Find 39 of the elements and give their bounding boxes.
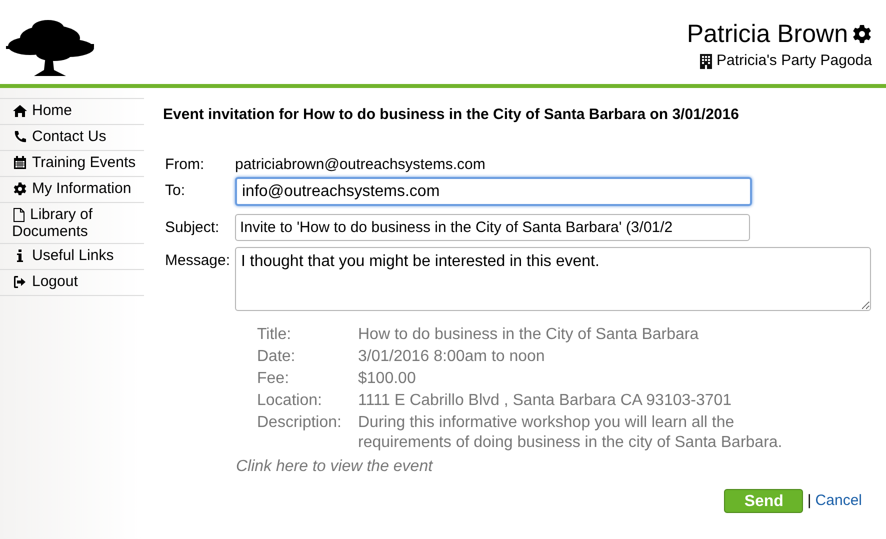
detail-label: Title:	[257, 325, 292, 345]
detail-label: Date:	[257, 347, 296, 367]
field-label: From:	[165, 154, 206, 174]
field-label: Message:	[165, 251, 232, 271]
detail-value: $100.00	[358, 369, 417, 389]
sender-email: patriciabrown@outreachsystems.com	[235, 154, 486, 174]
detail-label: Description:	[257, 413, 342, 433]
subject-field[interactable]: Invite to 'How to do business in the City of Santa Barbara' (3/01/2	[235, 214, 750, 241]
detail-label: Location:	[257, 391, 323, 411]
view-event-link[interactable]: Clink here to view the event	[236, 458, 433, 475]
sidebar-item[interactable]: Useful Links	[0, 244, 144, 270]
user-name: Patricia Brown	[686, 20, 848, 48]
cancel-link[interactable]: Cancel	[815, 490, 862, 512]
settings-icon[interactable]	[852, 24, 872, 44]
phone-icon	[13, 130, 27, 144]
sidebar-item[interactable]: Library of Documents	[0, 203, 144, 244]
field-label: Subject:	[165, 218, 220, 238]
sidebar-item[interactable]: Home	[0, 99, 144, 125]
building-icon	[700, 54, 712, 69]
detail-value: 1111 E Cabrillo Blvd , Santa Barbara CA 93103-3701	[358, 391, 733, 411]
field-label: To:	[165, 181, 186, 201]
detail-label: Fee:	[257, 369, 290, 389]
sidebar-item[interactable]: Training Events	[0, 151, 144, 177]
sidebar-item[interactable]: My Information	[0, 177, 144, 203]
detail-value: During this informative workshop you will learn all the requirements of doing business in the city of Santa Barbara.	[358, 413, 784, 453]
detail-value: 3/01/2016 8:00am to noon	[358, 347, 546, 367]
gear-icon	[13, 182, 27, 196]
detail-value: How to do business in the City of Santa Barbara	[358, 325, 700, 345]
organization-name: Patricia's Party Pagoda	[716, 51, 872, 71]
sidebar-item[interactable]: Logout	[0, 270, 144, 296]
home-icon	[13, 104, 27, 118]
logout-icon	[13, 275, 27, 289]
sidebar-item[interactable]: Contact Us	[0, 125, 144, 151]
separator: |	[807, 490, 812, 511]
message-field[interactable]: I thought that you might be interested in this event.	[235, 247, 871, 311]
recipient-field[interactable]: info@outreachsystems.com	[235, 177, 752, 206]
calendar-icon	[13, 156, 27, 170]
page-heading: Event invitation for How to do business in the City of Santa Barbara on 3/01/2016	[163, 105, 740, 125]
document-icon	[12, 208, 26, 222]
